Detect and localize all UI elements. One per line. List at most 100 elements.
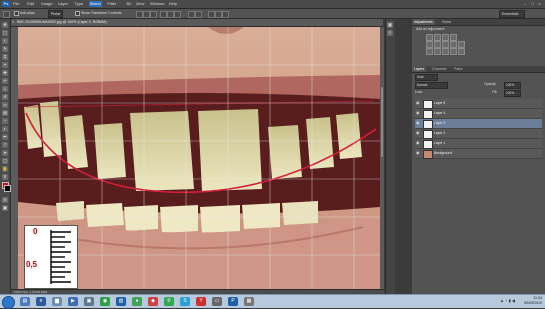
history-brush-icon[interactable]: ↺	[2, 94, 8, 100]
tab-adjustments[interactable]: Adjustments	[412, 19, 435, 25]
healing-brush-icon[interactable]: ✚	[2, 70, 8, 76]
maximize-button[interactable]: □	[529, 1, 536, 6]
eye-icon[interactable]: ◉	[416, 121, 420, 125]
threshold-icon[interactable]	[442, 48, 449, 55]
eye-icon[interactable]: ◉	[416, 111, 420, 115]
brightness-icon[interactable]	[426, 34, 433, 41]
system-tray[interactable]: ▲ ◔ ▮ ◀	[500, 298, 515, 303]
hue-saturation-icon[interactable]	[434, 41, 441, 48]
screen-mode-icon[interactable]: ▣	[2, 205, 8, 211]
eye-icon[interactable]: ◉	[416, 101, 420, 105]
menu-select[interactable]: Select	[88, 1, 102, 7]
distribute-icon[interactable]	[188, 11, 195, 18]
align-top-icon[interactable]	[136, 11, 143, 18]
eye-icon[interactable]: ◉	[416, 141, 420, 145]
canvas[interactable]: 0 0,5	[18, 27, 380, 289]
menu-image[interactable]: Image	[41, 1, 52, 7]
tab-styles[interactable]: Styles	[440, 19, 453, 25]
close-button[interactable]: ×	[536, 1, 543, 6]
dodge-tool-icon[interactable]: ◐	[2, 126, 8, 132]
blur-tool-icon[interactable]: ◔	[2, 118, 8, 124]
ps-icon[interactable]: P	[228, 297, 238, 306]
invert-icon[interactable]	[426, 48, 433, 55]
pen-tool-icon[interactable]: ✒	[2, 134, 8, 140]
photo-filter-icon[interactable]	[458, 41, 465, 48]
hand-tool-icon[interactable]: ✋	[2, 166, 8, 172]
menu-view[interactable]: View	[136, 1, 145, 7]
menu-layer[interactable]: Layer	[58, 1, 68, 7]
whatsapp-icon[interactable]: ✆	[164, 297, 174, 306]
filter-kind-dropdown[interactable]: Kind	[415, 74, 438, 81]
type-tool-icon[interactable]: T	[2, 142, 8, 148]
move-tool-icon[interactable]: ✥	[2, 22, 8, 28]
layer-row[interactable]: ◉ Layer 3	[415, 119, 542, 129]
media-player-icon[interactable]: ▶	[68, 297, 78, 306]
align-left-icon[interactable]	[160, 11, 167, 18]
3d-rotate-icon[interactable]	[215, 11, 222, 18]
align-middle-icon[interactable]	[143, 11, 150, 18]
quick-select-icon[interactable]: ✎	[2, 46, 8, 52]
black-white-icon[interactable]	[450, 41, 457, 48]
red-app-icon[interactable]: ◆	[148, 297, 158, 306]
layer-row[interactable]: ◉ Layer 4	[415, 109, 542, 119]
app-icon[interactable]: ▣	[84, 297, 94, 306]
anti-alias-checkbox[interactable]	[14, 10, 19, 16]
align-center-icon[interactable]	[167, 11, 174, 18]
marquee-tool-icon[interactable]: ⬚	[2, 30, 8, 36]
ie-icon[interactable]: e	[36, 297, 46, 306]
layer-row[interactable]: ◉ Layer 1	[415, 139, 542, 149]
menu-window[interactable]: Window	[150, 1, 164, 7]
style-dropdown[interactable]: Pintar	[48, 10, 64, 18]
clone-stamp-icon[interactable]: ⊥	[2, 86, 8, 92]
fill-input[interactable]: 100%	[504, 90, 521, 97]
blend-mode-dropdown[interactable]: Normal	[415, 82, 448, 89]
gradient-map-icon[interactable]	[450, 48, 457, 55]
shape-tool-icon[interactable]: ▢	[2, 158, 8, 164]
crop-tool-icon[interactable]: ⌗	[2, 54, 8, 60]
tool-preset-icon[interactable]	[3, 11, 10, 18]
tab-layers[interactable]: Layers	[412, 66, 427, 72]
layer-row[interactable]: ◉ Layer 2	[415, 129, 542, 139]
explorer-icon[interactable]: ▤	[20, 297, 30, 306]
eye-icon[interactable]: ◉	[416, 151, 420, 155]
menu-help[interactable]: Help	[169, 1, 177, 7]
menu-3d[interactable]: 3D	[126, 1, 131, 7]
quick-mask-icon[interactable]: ◎	[2, 197, 8, 203]
selective-color-icon[interactable]	[458, 48, 465, 55]
app-3-icon[interactable]: ▦	[244, 297, 254, 306]
brush-tool-icon[interactable]: ✏	[2, 78, 8, 84]
align-bottom-icon[interactable]	[150, 11, 157, 18]
clock[interactable]: 11:54 05/09/2019	[524, 296, 542, 306]
vertical-scrollbar[interactable]	[380, 27, 384, 289]
path-select-icon[interactable]: ➤	[2, 150, 8, 156]
folder-icon[interactable]: ▆	[52, 297, 62, 306]
vibrance-icon[interactable]	[426, 41, 433, 48]
photoshop-taskbar-icon[interactable]: ▨	[116, 297, 126, 306]
menu-filter[interactable]: Filter	[107, 1, 116, 7]
green-app-icon[interactable]: ●	[132, 297, 142, 306]
menu-type[interactable]: Type	[74, 1, 83, 7]
levels-icon[interactable]	[434, 34, 441, 41]
show-transform-checkbox[interactable]	[75, 10, 80, 16]
chrome-icon[interactable]: ◉	[100, 297, 110, 306]
3d-pan-icon[interactable]	[222, 11, 229, 18]
background-color-swatch[interactable]	[4, 185, 11, 192]
eyedropper-icon[interactable]: ⌿	[2, 62, 8, 68]
lasso-tool-icon[interactable]: ℓ	[2, 38, 8, 44]
yandex-icon[interactable]: Y	[196, 297, 206, 306]
properties-panel-icon[interactable]: ≡	[387, 30, 393, 36]
minimize-button[interactable]: –	[522, 1, 529, 6]
tab-paths[interactable]: Paths	[452, 66, 465, 72]
history-panel-icon[interactable]: ▦	[387, 22, 393, 28]
document-tab[interactable]: × IMG-20190905-WA0002.jpg @ 100% (Layer …	[11, 19, 383, 27]
tab-channels[interactable]: Channels	[430, 66, 448, 72]
layer-row[interactable]: ◉ Background	[415, 149, 542, 159]
align-right-icon[interactable]	[174, 11, 181, 18]
scrollbar-thumb[interactable]	[381, 87, 383, 157]
skype-icon[interactable]: S	[180, 297, 190, 306]
curves-icon[interactable]	[442, 34, 449, 41]
eye-icon[interactable]: ◉	[416, 131, 420, 135]
menu-edit[interactable]: Edit	[27, 1, 34, 7]
color-balance-icon[interactable]	[442, 41, 449, 48]
close-document-icon[interactable]: ×	[12, 20, 16, 24]
